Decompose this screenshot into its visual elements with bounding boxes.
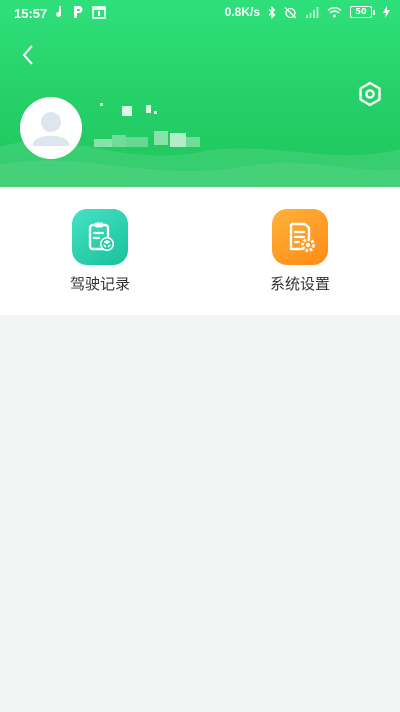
system-settings-tile [272,209,328,265]
alarm-off-icon [284,6,297,18]
document-gear-icon [289,222,315,252]
driving-record-tile [72,209,128,265]
content-area [0,315,400,712]
status-right: 0.8K/s 50 [225,5,390,19]
status-left-icons [54,5,106,19]
clipboard-steering-icon [88,222,114,251]
avatar[interactable] [20,97,82,159]
profile-header: 15:57 0.8K/s 50 [0,0,400,187]
back-button[interactable] [18,42,40,68]
system-settings-label: 系统设置 [269,275,330,293]
parking-icon [74,6,83,18]
bluetooth-icon [268,5,276,19]
driving-record-item[interactable]: 驾驶记录 [40,209,160,299]
net-speed: 0.8K/s [224,5,260,19]
status-bar: 15:57 0.8K/s 50 [0,0,400,26]
username-redacted [94,103,214,151]
screen-icon [92,5,106,19]
driving-record-label: 驾驶记录 [69,275,130,293]
chevron-left-icon [22,45,33,65]
hexagon-gear-icon [359,81,381,107]
settings-button[interactable] [356,80,384,108]
menu-card: 驾驶记录 系统设置 [0,187,400,315]
battery-indicator: 50 [350,6,375,18]
user-placeholder-icon [20,97,82,159]
music-note-icon [56,6,62,17]
wifi-icon [327,6,342,18]
status-time: 15:57 [14,6,48,21]
signal-icon [306,7,319,18]
battery-level: 50 [350,6,372,18]
system-settings-item[interactable]: 系统设置 [240,209,360,299]
charging-icon [383,6,390,18]
